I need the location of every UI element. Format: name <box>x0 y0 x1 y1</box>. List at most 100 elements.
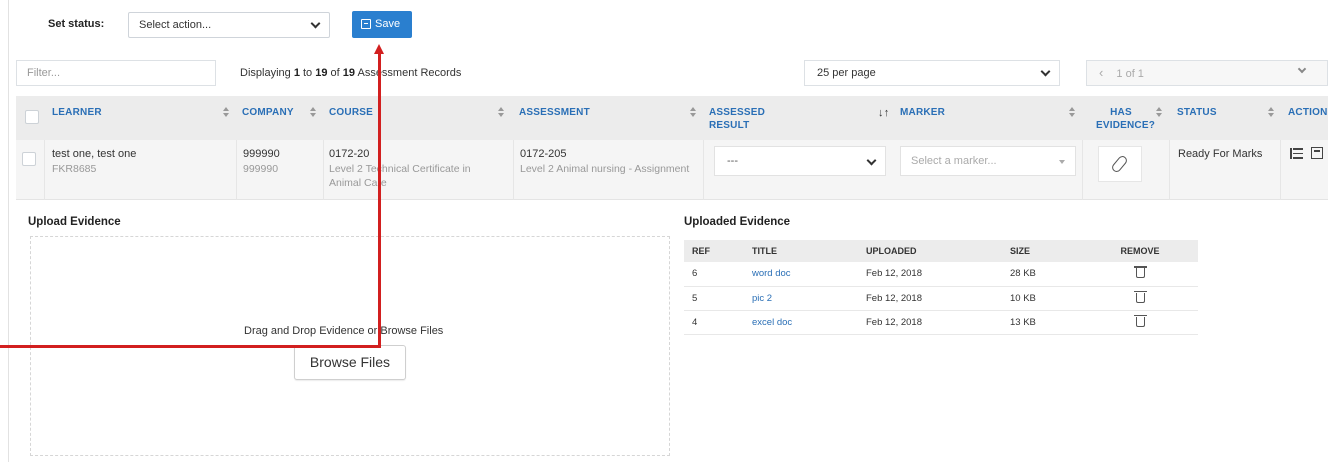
ev-ref: 4 <box>684 310 744 335</box>
chevron-down-icon <box>310 18 321 29</box>
header-assessment[interactable]: ASSESSMENT <box>519 106 590 119</box>
header-status[interactable]: STATUS <box>1177 106 1217 119</box>
column-divider <box>513 140 514 200</box>
learner-name: test one, test one <box>52 148 137 160</box>
displaying-to-word: to <box>299 67 316 79</box>
column-divider <box>323 140 324 200</box>
marker-placeholder: Select a marker... <box>911 155 997 167</box>
sort-icon[interactable] <box>497 107 505 119</box>
row-checkbox[interactable] <box>22 152 36 166</box>
chevron-left-icon[interactable]: ‹ <box>1099 65 1103 80</box>
ev-title-link[interactable]: excel doc <box>744 310 858 335</box>
header-evidence-line2: EVIDENCE? <box>1096 120 1156 131</box>
page-select[interactable]: ‹ 1 of 1 <box>1086 60 1328 86</box>
header-course[interactable]: COURSE <box>329 106 373 119</box>
page-indicator: 1 of 1 <box>1116 68 1144 80</box>
column-divider <box>1169 140 1170 200</box>
header-has-evidence[interactable]: HAS EVIDENCE? <box>1096 106 1155 132</box>
chevron-down-icon <box>1040 66 1051 77</box>
header-marker[interactable]: MARKER <box>900 106 945 119</box>
upload-evidence-title: Upload Evidence <box>28 216 121 228</box>
company-code: 999990 <box>243 148 280 160</box>
row-status: Ready For Marks <box>1178 148 1263 160</box>
sort-icon[interactable] <box>1068 107 1076 119</box>
annotation-arrow-icon <box>374 44 384 54</box>
course-name-line1: Level 2 Technical Certificate in <box>329 163 471 175</box>
table-header: LEARNER COMPANY COURSE ASSESSMENT ASSESS… <box>16 96 1328 140</box>
ev-remove <box>1082 262 1198 287</box>
per-page-select[interactable]: 25 per page <box>804 60 1060 86</box>
company-code-secondary: 999990 <box>243 163 279 175</box>
column-divider <box>1280 140 1281 200</box>
evidence-button[interactable] <box>1098 146 1142 182</box>
header-learner[interactable]: LEARNER <box>52 106 102 119</box>
ev-size: 13 KB <box>1002 310 1082 335</box>
per-page-value: 25 per page <box>817 67 876 79</box>
sort-icon[interactable] <box>1155 107 1163 119</box>
sort-descending-icon[interactable]: ↓↑ <box>878 107 889 120</box>
trash-icon[interactable] <box>1133 314 1147 327</box>
browse-files-button[interactable]: Browse Files <box>294 345 406 380</box>
ev-title-link[interactable]: pic 2 <box>744 286 858 311</box>
assessment-code: 0172-205 <box>520 148 567 160</box>
caret-down-icon <box>1059 160 1065 164</box>
uploaded-evidence-title: Uploaded Evidence <box>684 216 791 228</box>
ev-size: 10 KB <box>1002 286 1082 311</box>
trash-icon[interactable] <box>1133 290 1147 303</box>
header-assessed-result[interactable]: ASSESSED RESULT <box>709 106 765 132</box>
displaying-total: 19 <box>342 67 356 79</box>
header-action: ACTION <box>1288 107 1328 118</box>
ev-title-link[interactable]: word doc <box>744 262 858 287</box>
displaying-to: 19 <box>315 67 328 79</box>
uploaded-evidence-table: REF TITLE UPLOADED SIZE REMOVE 6 word do… <box>684 240 1198 335</box>
sort-icon[interactable] <box>222 107 230 119</box>
trash-icon[interactable] <box>1133 266 1147 279</box>
assessed-result-value: --- <box>727 155 738 167</box>
col-title: TITLE <box>744 240 858 262</box>
page-left-border <box>8 0 9 462</box>
header-company[interactable]: COMPANY <box>242 106 294 119</box>
annotation-line <box>0 345 381 348</box>
course-code: 0172-20 <box>329 148 370 160</box>
save-button[interactable]: Save <box>352 11 412 38</box>
sort-icon[interactable] <box>689 107 697 119</box>
column-divider <box>1082 140 1083 200</box>
column-divider <box>703 140 704 200</box>
displaying-prefix: Displaying <box>240 67 294 79</box>
annotation-line <box>378 52 381 348</box>
assessment-name: Level 2 Animal nursing - Assignment <box>520 163 690 175</box>
save-button-label: Save <box>375 18 401 30</box>
ev-uploaded: Feb 12, 2018 <box>858 286 1002 311</box>
col-remove: REMOVE <box>1082 240 1198 262</box>
save-record-icon[interactable] <box>1311 147 1323 159</box>
assessed-result-select[interactable]: --- <box>714 146 886 176</box>
header-assessed-line2: RESULT <box>709 120 750 131</box>
header-evidence-line1: HAS <box>1110 107 1132 118</box>
displaying-suffix: Assessment Records <box>355 67 462 79</box>
sort-icon[interactable] <box>1267 107 1275 119</box>
status-action-select[interactable]: Select action... <box>128 12 330 38</box>
chevron-down-icon <box>1297 64 1307 74</box>
displaying-records-text: Displaying 1 to 19 of 19 Assessment Reco… <box>240 67 461 79</box>
sort-icon[interactable] <box>309 107 317 119</box>
filter-input[interactable]: Filter... <box>16 60 216 86</box>
table-row: 5 pic 2 Feb 12, 2018 10 KB <box>684 286 1198 311</box>
table-row: 6 word doc Feb 12, 2018 28 KB <box>684 262 1198 287</box>
marker-select[interactable]: Select a marker... <box>900 146 1076 176</box>
table-header-row: REF TITLE UPLOADED SIZE REMOVE <box>684 240 1198 262</box>
col-ref: REF <box>684 240 744 262</box>
dropzone-instructions: Drag and Drop Evidence or Browse Files <box>244 325 444 337</box>
learner-id: FKR8685 <box>52 163 97 175</box>
column-divider <box>236 140 237 200</box>
list-icon[interactable] <box>1290 148 1303 159</box>
col-size: SIZE <box>1002 240 1082 262</box>
header-assessed-line1: ASSESSED <box>709 107 766 118</box>
ev-remove <box>1082 286 1198 311</box>
displaying-of-word: of <box>327 67 343 79</box>
chevron-down-icon <box>866 155 877 166</box>
select-all-checkbox[interactable] <box>25 110 39 124</box>
ev-remove <box>1082 310 1198 335</box>
ev-uploaded: Feb 12, 2018 <box>858 310 1002 335</box>
set-status-label: Set status: <box>48 18 105 30</box>
ev-uploaded: Feb 12, 2018 <box>858 262 1002 287</box>
